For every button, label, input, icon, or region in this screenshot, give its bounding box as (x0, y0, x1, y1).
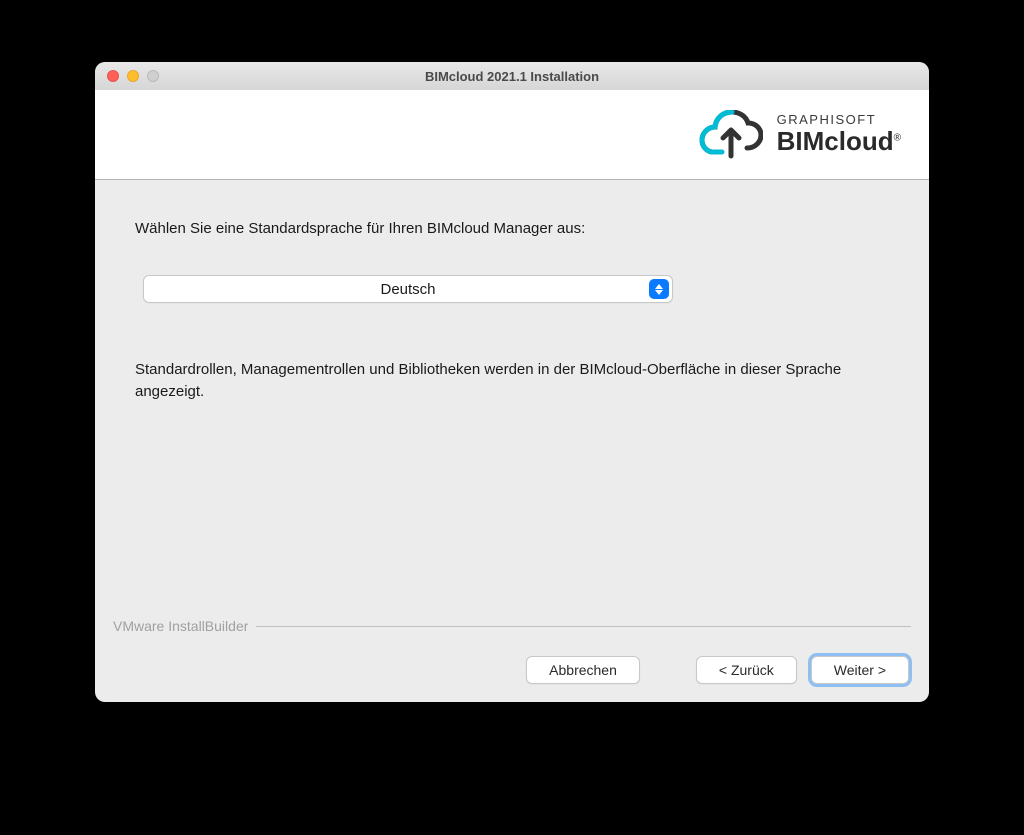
footer: VMware InstallBuilder Abbrechen < Zurück… (95, 618, 929, 702)
description-text: Standardrollen, Managementrollen und Bib… (135, 359, 889, 403)
next-button[interactable]: Weiter > (811, 656, 909, 684)
close-icon[interactable] (107, 70, 119, 82)
button-spacer (654, 656, 682, 684)
minimize-icon[interactable] (127, 70, 139, 82)
header-banner: GRAPHISOFT BIMcloud® (95, 90, 929, 180)
language-select-value: Deutsch (380, 281, 435, 298)
content-area: Wählen Sie eine Standardsprache für Ihre… (95, 180, 929, 618)
window-title: BIMcloud 2021.1 Installation (95, 69, 929, 84)
button-row: Abbrechen < Zurück Weiter > (113, 656, 911, 684)
cloud-icon (699, 110, 763, 160)
titlebar: BIMcloud 2021.1 Installation (95, 62, 929, 90)
back-button[interactable]: < Zurück (696, 656, 797, 684)
brand-text: GRAPHISOFT BIMcloud® (777, 113, 901, 156)
brand-company: GRAPHISOFT (777, 113, 901, 127)
brand-logo: GRAPHISOFT BIMcloud® (699, 110, 901, 160)
traffic-lights (95, 70, 159, 82)
language-select[interactable]: Deutsch (143, 275, 673, 303)
builder-divider: VMware InstallBuilder (113, 618, 911, 634)
divider-line (256, 626, 911, 627)
brand-product: BIMcloud® (777, 127, 901, 156)
builder-label: VMware InstallBuilder (113, 618, 248, 634)
maximize-icon (147, 70, 159, 82)
cancel-button[interactable]: Abbrechen (526, 656, 640, 684)
chevron-up-down-icon (649, 279, 669, 299)
instruction-text: Wählen Sie eine Standardsprache für Ihre… (135, 220, 889, 237)
installer-window: BIMcloud 2021.1 Installation GRAPHISOFT … (95, 62, 929, 702)
